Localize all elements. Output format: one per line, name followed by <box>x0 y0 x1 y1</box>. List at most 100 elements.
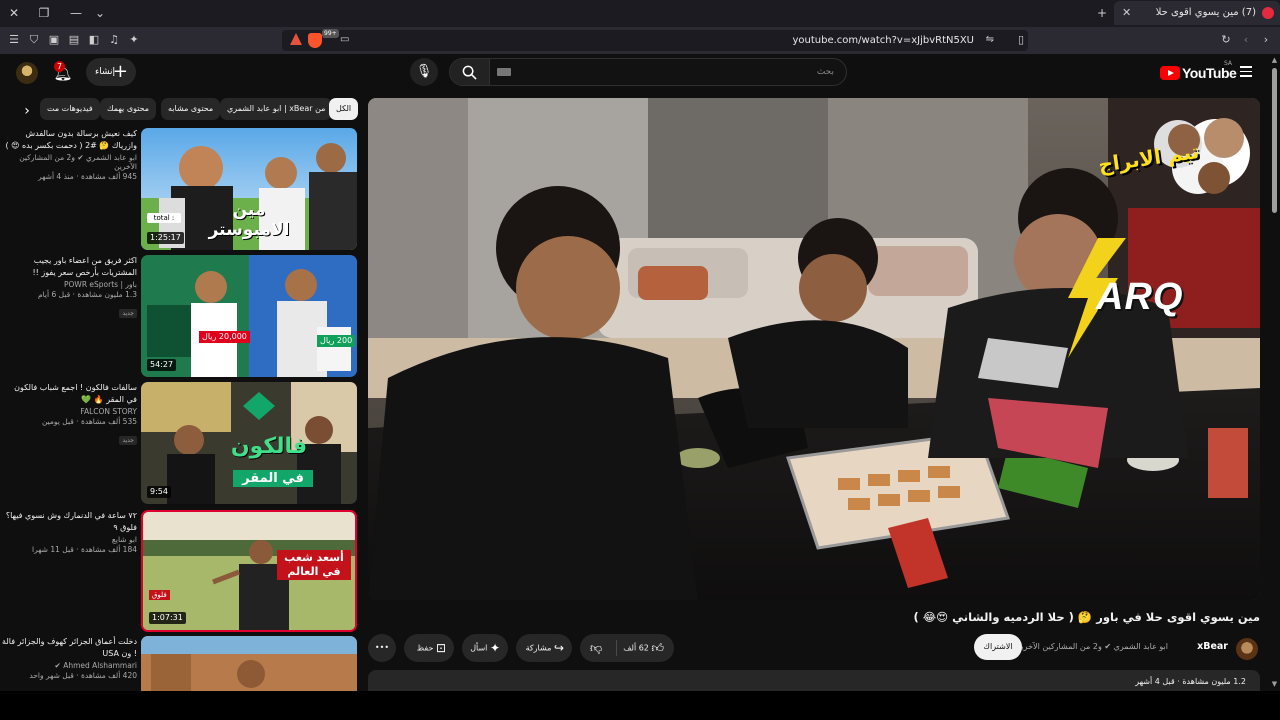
thumb-price-tag: 20,000 ريال <box>199 331 250 343</box>
video-thumbnail[interactable]: 20,000 ريال 200 ريال 54:27 <box>141 255 357 377</box>
ask-button[interactable]: ✦ اسأل <box>462 634 508 662</box>
more-actions-button[interactable]: ••• <box>368 634 396 662</box>
like-divider <box>616 640 617 656</box>
create-button[interactable]: إنشاء + <box>86 58 136 86</box>
menu-icon[interactable]: ☰ <box>6 32 22 48</box>
channel-avatar[interactable] <box>1236 638 1258 660</box>
recommendation-title[interactable]: سالفات فالكون ! اجمع شباب فالكون في المق… <box>2 382 137 406</box>
recommendation-channel[interactable]: ابو عابد الشمري ✔ و2 من المشاركين الآخري… <box>2 153 137 171</box>
recommendation-stats: 1.3 مليون مشاهدة · قبل 6 أيام <box>38 290 137 299</box>
page-scrollbar[interactable]: ▲ ▼ <box>1269 54 1280 691</box>
chip-from-channel[interactable]: من xBear | ابو عابد الشمري <box>220 98 333 120</box>
search-input[interactable] <box>534 64 834 80</box>
video-thumbnail[interactable]: فالكون في المقر 9:54 <box>141 382 357 504</box>
recommendation-title[interactable]: ٧٢ ساعة في الدنمارك وش نسوي فيها؟ فلوق ٩ <box>2 510 137 534</box>
guide-menu-icon[interactable] <box>1240 66 1252 78</box>
address-bar[interactable]: 99+ ▭ youtube.com/watch?v=xJjbvRtN5XU ⇋ … <box>282 29 1028 51</box>
youtube-logo[interactable]: YouTube SA <box>1160 60 1237 82</box>
recommendation-title[interactable]: كيف نعيش برسالة بدون سالفدش وازرياك 🤔 #2… <box>2 128 137 152</box>
sidebar-icon[interactable]: ◧ <box>86 32 102 48</box>
share-icon: ↪ <box>553 641 564 655</box>
thumb-overlay-subtext: في المقر <box>233 470 313 487</box>
url-text: youtube.com/watch?v=xJjbvRtN5XU <box>792 35 975 46</box>
extensions-icon[interactable]: ✦ <box>126 32 142 48</box>
thumbs-down-icon[interactable]: 👎︎ <box>590 634 602 662</box>
recommendation-title[interactable]: دخلت أعماق الجزائر كهوف والجزائر فالة ! … <box>2 636 137 660</box>
search-box <box>449 58 847 86</box>
save-bookmark-icon: ⊡ <box>435 641 446 655</box>
recommendation-channel[interactable]: Ahmed Alshammari ✔ <box>2 661 137 670</box>
shield-count-badge: 99+ <box>322 29 339 38</box>
forward-icon[interactable]: › <box>1258 32 1274 48</box>
subscribe-button[interactable]: الاشتراك <box>974 634 1022 660</box>
bookmark-icon[interactable]: ▯ <box>1018 32 1024 48</box>
video-thumbnail[interactable]: أسعد شعب في العالم فلوق 1:07:31 <box>141 510 357 632</box>
more-icon: ••• <box>374 643 390 652</box>
channel-name[interactable]: xBear <box>1197 638 1228 656</box>
share-label: مشاركة <box>525 643 552 653</box>
share-button[interactable]: ↪ مشاركة <box>516 634 572 662</box>
browser-tab-active[interactable]: ✕ (7) مين يسوي اقوى حلا في باور ! <box>1114 1 1280 25</box>
recommendation-channel[interactable]: باور | POWR eSports <box>2 280 137 289</box>
scroll-down-arrow-icon[interactable]: ▼ <box>1270 680 1279 689</box>
country-code: SA <box>1224 60 1233 67</box>
chip-related[interactable]: محتوى مشابه <box>161 98 221 120</box>
scroll-up-arrow-icon[interactable]: ▲ <box>1270 56 1279 65</box>
chip-all[interactable]: الكل <box>329 98 358 120</box>
plus-icon: + <box>112 61 128 82</box>
music-icon[interactable]: ♫ <box>106 32 122 48</box>
voice-search-mic-icon[interactable]: 🎙︎ <box>410 58 438 86</box>
shield-outline-icon[interactable]: ⛉ <box>26 32 42 48</box>
recommendation-item[interactable]: 20,000 ريال 200 ريال 54:27 اكثر فريق من … <box>0 255 360 377</box>
minimize-window-icon[interactable]: — <box>66 4 86 22</box>
recommendation-channel[interactable]: ابو شايع <box>2 535 137 544</box>
keyboard-icon[interactable] <box>497 68 511 76</box>
chip-for-you[interactable]: محتوى يهمك <box>100 98 157 120</box>
thumb-tag: فلوق <box>149 590 170 600</box>
recommendation-item[interactable]: total : مين الامبوستر 1:25:17 كيف نعيش ب… <box>0 128 360 250</box>
recommendation-stats: 184 ألف مشاهدة · قبل 11 شهرا <box>31 545 137 554</box>
recommendation-item[interactable]: دخلت أعماق الجزائر كهوف والجزائر فالة ! … <box>0 636 360 691</box>
browser-tab-bar: ✕ ❐ — ⌄ + ✕ (7) مين يسوي اقوى حلا في باو… <box>0 0 1280 27</box>
youtube-play-logo-icon <box>1160 66 1180 80</box>
tab-title: (7) مين يسوي اقوى حلا في باور ! <box>1152 7 1256 18</box>
back-icon[interactable]: ‹ <box>1238 32 1254 48</box>
chip-more-videos[interactable]: فيديوهات مت <box>40 98 100 120</box>
chevron-down-icon[interactable]: ⌄ <box>90 4 110 22</box>
video-actions: ••• ⊡ حفظ ✦ اسأل ↪ مشاركة 👍︎ 62 ألف 👎︎ <box>368 634 708 662</box>
video-player[interactable]: تيم الابراج ARQ <box>368 98 1260 600</box>
restore-window-icon[interactable]: ❐ <box>34 4 54 22</box>
site-settings-icon[interactable]: ⇋ <box>986 33 994 47</box>
account-avatar[interactable] <box>16 62 38 84</box>
recommendation-item[interactable]: أسعد شعب في العالم فلوق 1:07:31 ٧٢ ساعة … <box>0 510 360 632</box>
ask-label: اسأل <box>470 643 488 653</box>
bottom-black-strip <box>0 691 1280 720</box>
save-button[interactable]: ⊡ حفظ <box>404 634 454 662</box>
close-tab-icon[interactable]: ✕ <box>1122 5 1131 21</box>
brave-shield-icon[interactable] <box>308 33 322 48</box>
recommendation-channel[interactable]: FALCON STORY <box>2 407 137 416</box>
scrollbar-thumb[interactable] <box>1272 68 1277 213</box>
video-thumbnail[interactable]: total : مين الامبوستر 1:25:17 <box>141 128 357 250</box>
recommendation-stats: 945 ألف مشاهدة · منذ 4 أشهر <box>38 172 137 181</box>
tab-icon[interactable]: ▤ <box>66 32 82 48</box>
youtube-masthead: 🔔︎ 7 إنشاء + 🎙︎ YouTube SA <box>0 54 1280 92</box>
brave-rewards-icon[interactable] <box>290 33 302 45</box>
recommendation-stats: 420 ألف مشاهدة · قبل شهر واحد <box>29 671 137 680</box>
wallet-icon[interactable]: ▣ <box>46 32 62 48</box>
channel-collaborators[interactable]: ابو عابد الشمري ✔ و2 من المشاركين الآخري… <box>1015 640 1168 654</box>
reload-icon[interactable]: ↻ <box>1218 32 1234 48</box>
cast-icon[interactable]: ▭ <box>340 33 349 47</box>
chips-next-arrow-icon[interactable]: › <box>18 102 36 120</box>
video-thumbnail[interactable] <box>141 636 357 691</box>
like-button[interactable]: 👍︎ 62 ألف <box>623 634 664 663</box>
new-tab-icon[interactable]: + <box>1092 4 1112 22</box>
video-overlay-brand-text: ARQ <box>1096 276 1184 318</box>
recommendation-item[interactable]: فالكون في المقر 9:54 سالفات فالكون ! اجم… <box>0 382 360 504</box>
recommendation-title[interactable]: اكثر فريق من اعضاء باور يجيب المشتريات ب… <box>2 255 137 279</box>
close-window-icon[interactable]: ✕ <box>4 4 24 22</box>
related-chips: فيديوهات مت محتوى يهمك محتوى مشابه من xB… <box>40 98 358 120</box>
search-button[interactable] <box>450 59 490 85</box>
recommendation-meta: اكثر فريق من اعضاء باور يجيب المشتريات ب… <box>2 255 137 319</box>
search-icon <box>462 65 477 80</box>
